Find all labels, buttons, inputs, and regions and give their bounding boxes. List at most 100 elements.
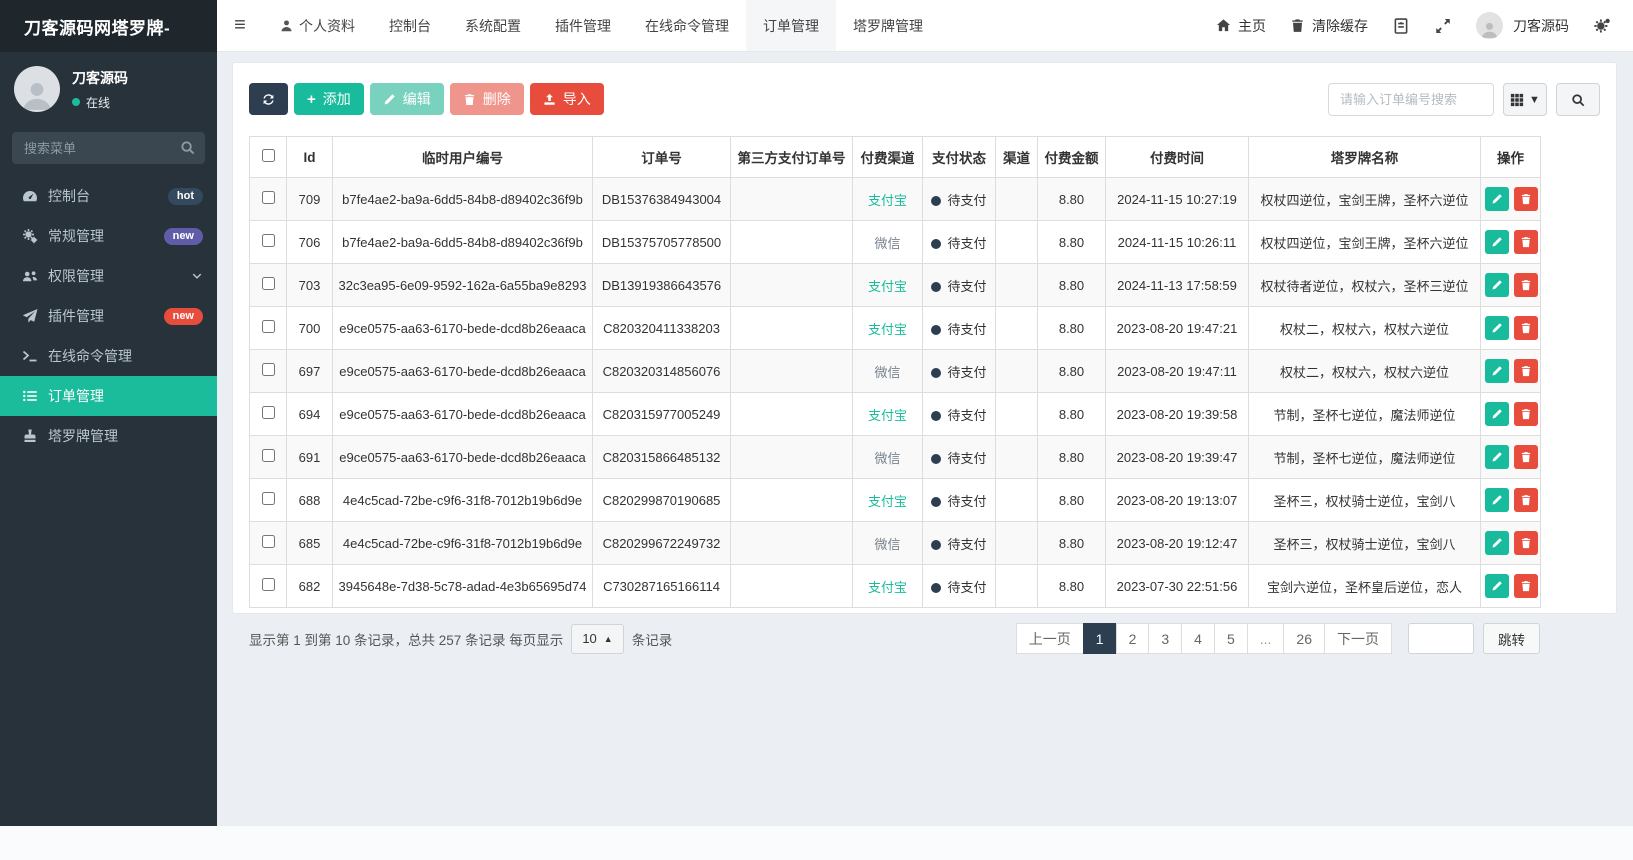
sidebar-item-dashboard[interactable]: 控制台 hot <box>0 176 217 216</box>
app-logo[interactable]: 刀客源码网塔罗牌- <box>0 0 217 52</box>
row-checkbox[interactable] <box>261 578 275 591</box>
refresh-button[interactable] <box>249 83 288 115</box>
sidebar-item-plugins[interactable]: 插件管理 new <box>0 296 217 336</box>
row-checkbox[interactable] <box>261 191 275 204</box>
settings-gear-icon[interactable] <box>1593 17 1611 35</box>
row-delete-button[interactable] <box>1514 402 1538 426</box>
row-checkbox[interactable] <box>261 535 275 548</box>
row-actions <box>1480 435 1541 479</box>
add-button[interactable]: + 添加 <box>294 83 364 115</box>
row-pay-channel: 微信 <box>852 220 923 264</box>
page-number-button[interactable]: 5 <box>1213 623 1248 654</box>
import-button[interactable]: 导入 <box>529 83 604 115</box>
jump-button[interactable]: 跳转 <box>1483 623 1540 654</box>
user-status-label: 在线 <box>86 95 111 110</box>
row-tarot-names: 节制，圣杯七逆位，魔法师逆位 <box>1248 392 1481 436</box>
search-icon[interactable] <box>180 140 195 155</box>
tab-system-config[interactable]: 系统配置 <box>448 0 538 51</box>
sidebar-item-general[interactable]: 常规管理 new <box>0 216 217 256</box>
row-checkbox[interactable] <box>261 492 275 505</box>
status-dot-icon <box>931 582 942 593</box>
columns-toggle-button[interactable]: ▼ <box>1503 83 1547 116</box>
sidebar-item-online-commands[interactable]: 在线命令管理 <box>0 336 217 376</box>
fullscreen-icon[interactable] <box>1434 17 1452 35</box>
row-delete-button[interactable] <box>1514 230 1538 254</box>
page-size-select[interactable]: 10 ▲ <box>571 623 624 654</box>
row-pay-channel: 微信 <box>852 435 923 479</box>
page-number-button[interactable]: 1 <box>1082 623 1117 654</box>
row-checkbox[interactable] <box>261 277 275 290</box>
row-checkbox[interactable] <box>261 363 275 376</box>
row-id: 682 <box>286 564 333 608</box>
row-pay-channel: 支付宝 <box>852 392 923 436</box>
page-number-button[interactable]: 3 <box>1148 623 1183 654</box>
row-edit-button[interactable] <box>1485 445 1509 469</box>
clear-cache-link[interactable]: 清除缓存 <box>1290 16 1368 36</box>
row-delete-button[interactable] <box>1514 531 1538 555</box>
row-delete-button[interactable] <box>1514 445 1538 469</box>
tab-orders[interactable]: 订单管理 <box>746 0 836 51</box>
row-edit-button[interactable] <box>1485 531 1509 555</box>
delete-button[interactable]: 删除 <box>449 83 524 115</box>
page-number-button[interactable]: 26 <box>1283 623 1325 654</box>
row-tarot-names: 宝剑六逆位，圣杯皇后逆位，恋人 <box>1248 564 1481 608</box>
row-checkbox[interactable] <box>261 449 275 462</box>
row-user-code: 4e4c5cad-72be-c9f6-31f8-7012b19b6d9e <box>332 478 593 522</box>
row-user-code: b7fe4ae2-ba9a-6dd5-84b8-d89402c36f9b <box>332 177 593 221</box>
row-qudao <box>995 392 1038 436</box>
row-edit-button[interactable] <box>1485 488 1509 512</box>
select-all-checkbox[interactable] <box>261 149 275 162</box>
row-edit-button[interactable] <box>1485 402 1509 426</box>
user-menu[interactable]: 刀客源码 <box>1476 12 1569 39</box>
tab-plugins[interactable]: 插件管理 <box>538 0 628 51</box>
col-tarot: 塔罗牌名称 <box>1248 136 1481 178</box>
row-status: 待支付 <box>922 349 996 393</box>
edit-button[interactable]: 编辑 <box>369 83 444 115</box>
row-edit-button[interactable] <box>1485 273 1509 297</box>
pencil-icon <box>384 93 395 104</box>
row-checkbox[interactable] <box>261 234 275 247</box>
row-edit-button[interactable] <box>1485 316 1509 340</box>
row-select-cell <box>249 306 287 350</box>
row-id: 700 <box>286 306 333 350</box>
row-delete-button[interactable] <box>1514 488 1538 512</box>
row-delete-button[interactable] <box>1514 273 1538 297</box>
row-status: 待支付 <box>922 564 996 608</box>
jump-page-input[interactable] <box>1408 623 1474 654</box>
row-delete-button[interactable] <box>1514 574 1538 598</box>
language-icon[interactable] <box>1392 17 1410 35</box>
tab-tarot[interactable]: 塔罗牌管理 <box>836 0 940 51</box>
row-delete-button[interactable] <box>1514 359 1538 383</box>
row-edit-button[interactable] <box>1485 187 1509 211</box>
row-edit-button[interactable] <box>1485 230 1509 254</box>
home-link[interactable]: 主页 <box>1216 16 1266 36</box>
sidebar-item-orders[interactable]: 订单管理 <box>0 376 217 416</box>
row-amount: 8.80 <box>1037 306 1106 350</box>
columns-grid-icon <box>1510 93 1524 106</box>
prev-page-button[interactable]: 上一页 <box>1015 623 1084 654</box>
page-number-button[interactable]: 4 <box>1181 623 1215 654</box>
row-delete-button[interactable] <box>1514 187 1538 211</box>
row-delete-button[interactable] <box>1514 316 1538 340</box>
row-checkbox[interactable] <box>261 406 275 419</box>
menu-search-input[interactable] <box>12 132 205 164</box>
home-label: 主页 <box>1238 17 1266 34</box>
sidebar-item-label: 订单管理 <box>48 388 104 404</box>
row-edit-button[interactable] <box>1485 359 1509 383</box>
hamburger-icon[interactable]: ≡ <box>217 0 263 51</box>
tab-dashboard[interactable]: 控制台 <box>372 0 448 51</box>
search-button[interactable] <box>1556 83 1600 116</box>
sidebar-item-permissions[interactable]: 权限管理 <box>0 256 217 296</box>
row-amount: 8.80 <box>1037 263 1106 307</box>
tab-profile[interactable]: 个人资料 <box>263 0 372 51</box>
page-number-button[interactable]: 2 <box>1115 623 1150 654</box>
order-search-input[interactable] <box>1328 83 1494 116</box>
row-checkbox[interactable] <box>261 320 275 333</box>
tab-online-commands[interactable]: 在线命令管理 <box>628 0 746 51</box>
sidebar-item-tarot[interactable]: 塔罗牌管理 <box>0 416 217 456</box>
next-page-button[interactable]: 下一页 <box>1324 623 1392 654</box>
row-tarot-names: 权杖四逆位，宝剑王牌，圣杯六逆位 <box>1248 220 1481 264</box>
row-user-code: 4e4c5cad-72be-c9f6-31f8-7012b19b6d9e <box>332 521 593 565</box>
row-status: 待支付 <box>922 435 996 479</box>
row-edit-button[interactable] <box>1485 574 1509 598</box>
